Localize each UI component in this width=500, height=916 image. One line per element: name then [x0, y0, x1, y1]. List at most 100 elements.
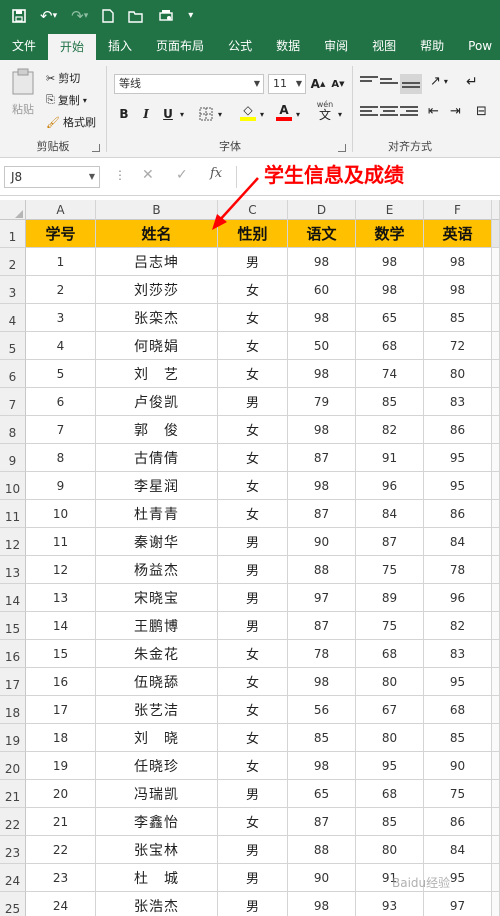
cell[interactable]: 8: [26, 444, 96, 472]
cell[interactable]: 93: [356, 892, 424, 916]
cell[interactable]: 68: [356, 640, 424, 668]
cell-partial[interactable]: [492, 752, 500, 780]
tab-help[interactable]: 帮助: [408, 32, 456, 60]
row-header[interactable]: 6: [0, 360, 26, 388]
cell[interactable]: 75: [356, 612, 424, 640]
cell[interactable]: 4: [26, 332, 96, 360]
row-header[interactable]: 22: [0, 808, 26, 836]
row-header[interactable]: 18: [0, 696, 26, 724]
cell[interactable]: 女: [218, 668, 288, 696]
cell[interactable]: 98: [356, 276, 424, 304]
cell[interactable]: 女: [218, 472, 288, 500]
cell[interactable]: 23: [26, 864, 96, 892]
underline-button[interactable]: U: [158, 104, 178, 124]
cell[interactable]: 80: [356, 668, 424, 696]
cell[interactable]: 男: [218, 780, 288, 808]
grow-font-button[interactable]: A ▲: [308, 74, 328, 94]
cell[interactable]: 72: [424, 332, 492, 360]
increase-indent-icon[interactable]: ⇥: [450, 104, 461, 119]
cell[interactable]: 18: [26, 724, 96, 752]
font-color-button[interactable]: A: [274, 102, 294, 122]
cell[interactable]: 56: [288, 696, 356, 724]
cell[interactable]: 50: [288, 332, 356, 360]
row-header[interactable]: 10: [0, 472, 26, 500]
cell[interactable]: 87: [288, 500, 356, 528]
row-header[interactable]: 14: [0, 584, 26, 612]
cell-partial[interactable]: [492, 220, 500, 248]
cell[interactable]: 宋晓宝: [96, 584, 218, 612]
cell[interactable]: 杜 城: [96, 864, 218, 892]
cell[interactable]: 98: [288, 248, 356, 276]
font-size-select[interactable]: 11 ▼: [268, 74, 306, 94]
cell[interactable]: 6: [26, 388, 96, 416]
cell[interactable]: 朱金花: [96, 640, 218, 668]
cell[interactable]: 88: [288, 836, 356, 864]
cell[interactable]: 吕志坤: [96, 248, 218, 276]
cell[interactable]: 98: [288, 892, 356, 916]
undo-icon[interactable]: ↶ ▾: [40, 0, 57, 32]
cell-partial[interactable]: [492, 808, 500, 836]
cell-partial[interactable]: [492, 892, 500, 916]
cell[interactable]: 78: [288, 640, 356, 668]
cell[interactable]: 男: [218, 556, 288, 584]
cell[interactable]: 83: [424, 640, 492, 668]
cell[interactable]: 68: [356, 780, 424, 808]
cell[interactable]: 女: [218, 444, 288, 472]
header-cell[interactable]: 语文: [288, 220, 356, 248]
cell[interactable]: 刘 艺: [96, 360, 218, 388]
fill-color-dropdown[interactable]: ▾: [260, 110, 264, 119]
cell[interactable]: 85: [424, 304, 492, 332]
cell[interactable]: 12: [26, 556, 96, 584]
cell[interactable]: 2: [26, 276, 96, 304]
tab-data[interactable]: 数据: [264, 32, 312, 60]
cell[interactable]: 86: [424, 416, 492, 444]
cell[interactable]: 16: [26, 668, 96, 696]
cell[interactable]: 96: [356, 472, 424, 500]
cell[interactable]: 86: [424, 808, 492, 836]
tab-review[interactable]: 审阅: [312, 32, 360, 60]
cell[interactable]: 17: [26, 696, 96, 724]
font-color-dropdown[interactable]: ▾: [296, 110, 300, 119]
tab-power[interactable]: Pow: [456, 32, 492, 60]
print-preview-icon[interactable]: [158, 9, 174, 23]
cell[interactable]: 张浩杰: [96, 892, 218, 916]
phonetic-guide-button[interactable]: wén 文: [314, 100, 336, 121]
cell[interactable]: 82: [424, 612, 492, 640]
row-header[interactable]: 1: [0, 220, 26, 248]
shrink-font-button[interactable]: A ▼: [328, 74, 348, 94]
cell[interactable]: 13: [26, 584, 96, 612]
align-top-icon[interactable]: [360, 76, 378, 90]
cell[interactable]: 10: [26, 500, 96, 528]
cell[interactable]: 22: [26, 836, 96, 864]
cell[interactable]: 98: [288, 752, 356, 780]
cell[interactable]: 女: [218, 696, 288, 724]
cell[interactable]: 98: [424, 248, 492, 276]
cell[interactable]: 87: [356, 528, 424, 556]
cell-partial[interactable]: [492, 444, 500, 472]
cell-partial[interactable]: [492, 864, 500, 892]
cell[interactable]: 95: [356, 752, 424, 780]
cell[interactable]: 85: [356, 808, 424, 836]
cell[interactable]: 7: [26, 416, 96, 444]
cell[interactable]: 5: [26, 360, 96, 388]
cell[interactable]: 87: [288, 612, 356, 640]
cell-partial[interactable]: [492, 332, 500, 360]
tab-file[interactable]: 文件: [0, 32, 48, 60]
cell[interactable]: 98: [288, 472, 356, 500]
cell[interactable]: 75: [356, 556, 424, 584]
cell[interactable]: 秦谢华: [96, 528, 218, 556]
copy-button[interactable]: ⎘ 复制 ▾: [46, 92, 87, 108]
row-header[interactable]: 4: [0, 304, 26, 332]
row-header[interactable]: 13: [0, 556, 26, 584]
cell[interactable]: 李星润: [96, 472, 218, 500]
tab-insert[interactable]: 插入: [96, 32, 144, 60]
column-header-e[interactable]: E: [356, 200, 424, 220]
cell[interactable]: 88: [288, 556, 356, 584]
cancel-icon[interactable]: ✕: [142, 167, 154, 183]
cell[interactable]: 98: [288, 304, 356, 332]
column-header-c[interactable]: C: [218, 200, 288, 220]
cell[interactable]: 80: [424, 360, 492, 388]
cell-partial[interactable]: [492, 388, 500, 416]
column-header-d[interactable]: D: [288, 200, 356, 220]
cell[interactable]: 87: [288, 808, 356, 836]
